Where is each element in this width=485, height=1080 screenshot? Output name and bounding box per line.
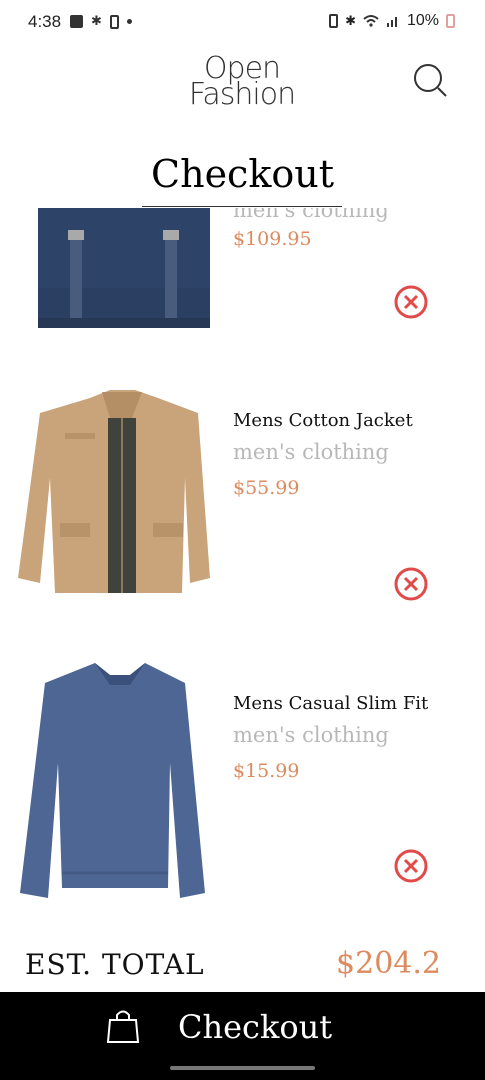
total-value: $204.2 <box>336 946 441 981</box>
cart-item[interactable]: Mens Casual Slim Fit men's clothing $15.… <box>0 648 485 908</box>
bluetooth-icon: ✱ <box>345 13 356 29</box>
title-divider <box>142 206 342 207</box>
remove-item-button[interactable] <box>393 848 429 884</box>
logo-line-2: Fashion <box>188 77 296 112</box>
status-notification-icons: ✱ <box>70 14 132 29</box>
item-name: Mens Cotton Jacket <box>233 410 413 431</box>
checkout-label: Checkout <box>178 1008 333 1046</box>
battery-icon <box>446 14 455 28</box>
bluetooth-icon: ✱ <box>91 14 102 29</box>
cart-item[interactable]: Mens Cotton Jacket men's clothing $55.99 <box>0 368 485 628</box>
status-system-icons: ✱ 10% <box>329 12 455 30</box>
app-header: Open Fashion <box>0 50 485 120</box>
item-price: $109.95 <box>233 228 312 250</box>
app-logo[interactable]: Open Fashion <box>172 54 312 112</box>
item-category: men's clothing <box>233 208 389 222</box>
product-image-jacket <box>18 390 210 593</box>
item-price: $55.99 <box>233 477 300 499</box>
remove-icon <box>394 285 428 319</box>
remove-icon <box>394 567 428 601</box>
search-button[interactable] <box>412 62 448 98</box>
status-bar: 4:38 ✱ ✱ 10% <box>0 0 485 44</box>
product-image-shirt <box>20 663 205 898</box>
remove-item-button[interactable] <box>393 284 429 320</box>
home-indicator[interactable] <box>170 1066 315 1070</box>
battery-percent: 10% <box>406 12 439 29</box>
search-icon <box>414 64 447 97</box>
battery-saver-icon <box>109 14 119 29</box>
remove-icon <box>394 849 428 883</box>
wifi-icon <box>363 15 379 27</box>
status-time: 4:38 <box>28 12 62 31</box>
signal-icon <box>386 17 397 27</box>
product-image-backpack <box>38 208 210 328</box>
item-name: Mens Casual Slim Fit <box>233 693 429 714</box>
shopping-bag-icon <box>106 1010 140 1043</box>
cart-list[interactable]: men's clothing $109.95 Mens Cotton Jacke… <box>0 208 485 943</box>
item-category: men's clothing <box>233 723 389 747</box>
cart-item[interactable]: men's clothing $109.95 <box>0 208 485 348</box>
battery-small-icon <box>329 14 339 28</box>
page-title: Checkout <box>151 152 334 196</box>
dot-icon <box>126 19 132 24</box>
remove-item-button[interactable] <box>393 566 429 602</box>
gallery-icon <box>70 15 83 28</box>
total-label: EST. TOTAL <box>25 948 205 981</box>
item-price: $15.99 <box>233 760 300 782</box>
item-category: men's clothing <box>233 440 389 464</box>
